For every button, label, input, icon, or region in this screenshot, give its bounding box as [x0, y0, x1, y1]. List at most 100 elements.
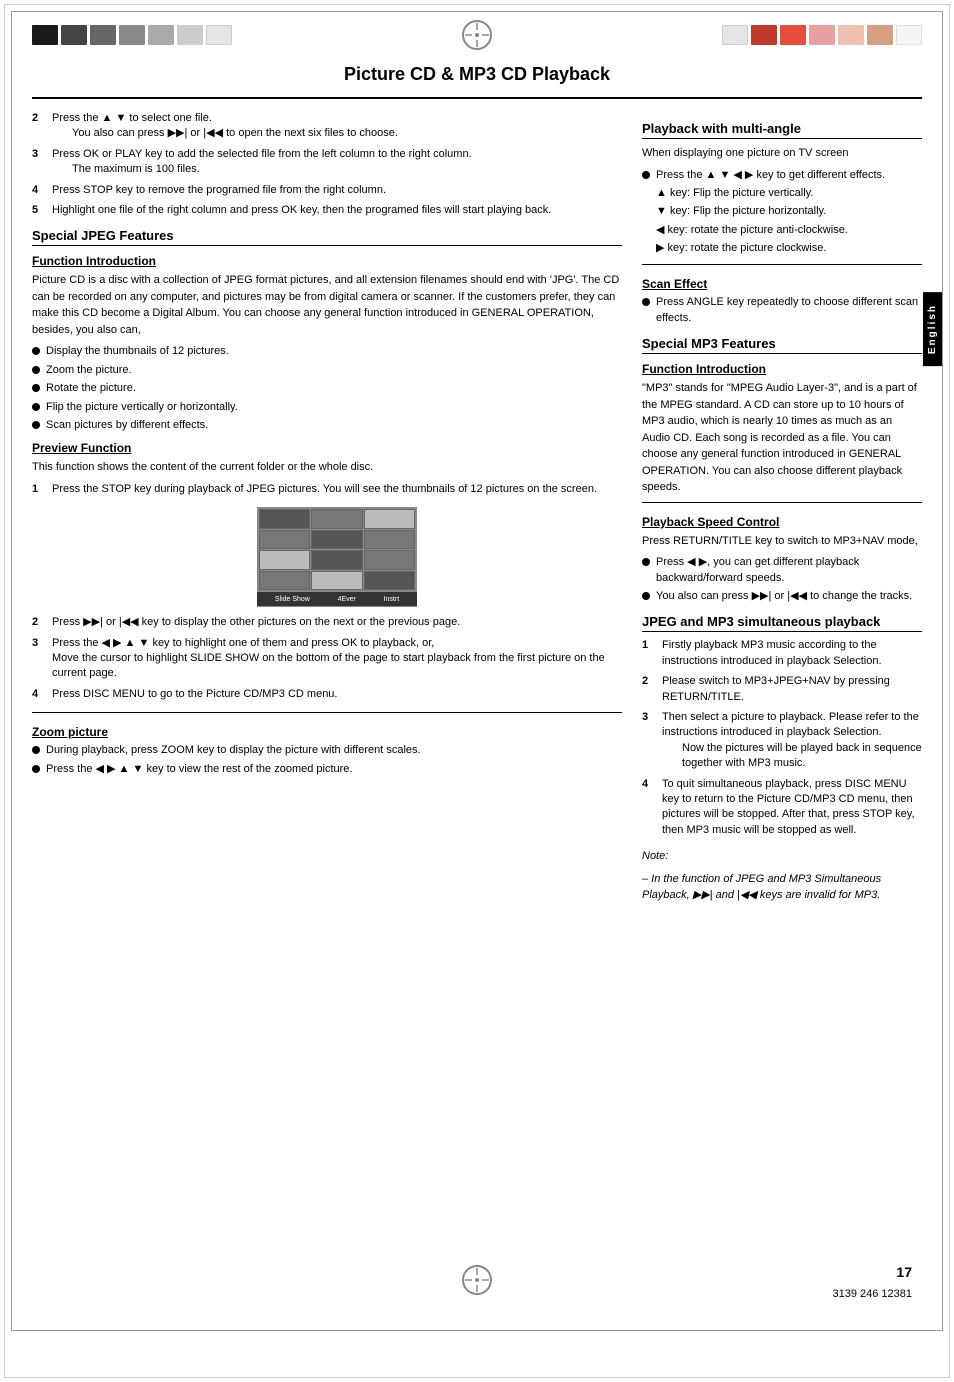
compass-icon	[460, 18, 494, 52]
color-square	[206, 25, 232, 45]
playback-speed-list: Press ◀ ▶, you can get different playbac…	[642, 555, 922, 604]
color-bar-left	[32, 25, 232, 45]
jpeg-features-list: Display the thumbnails of 12 pictures. Z…	[32, 344, 622, 433]
language-tab: English	[923, 292, 942, 366]
list-item: 4 Press STOP key to remove the programed…	[32, 183, 622, 198]
note-label: Note:	[642, 848, 922, 865]
bullet-icon	[642, 298, 650, 306]
zoom-picture-list: During playback, press ZOOM key to displ…	[32, 743, 622, 777]
bottom-compass-icon	[460, 1263, 494, 1300]
bullet-icon	[32, 421, 40, 429]
playback-speed-title: Playback Speed Control	[642, 515, 922, 529]
main-content: 2 Press the ▲ ▼ to select one file. You …	[12, 99, 942, 916]
list-item: Press the ◀ ▶ ▲ ▼ key to view the rest o…	[32, 762, 622, 777]
color-square	[722, 25, 748, 45]
page-number: 17	[896, 1264, 912, 1280]
preview-image-container: Slide Show 4Ever Instrt	[52, 507, 622, 607]
color-square	[838, 25, 864, 45]
list-item: 1 Press the STOP key during playback of …	[32, 482, 622, 497]
bullet-icon	[32, 384, 40, 392]
bullet-icon	[642, 244, 650, 252]
list-item: 2 Please switch to MP3+JPEG+NAV by press…	[642, 674, 922, 705]
bullet-icon	[642, 207, 650, 215]
list-item: Zoom the picture.	[32, 363, 622, 378]
mp3-function-intro-body: "MP3" stands for "MPEG Audio Layer-3", a…	[642, 380, 922, 496]
jpeg-mp3-title: JPEG and MP3 simultaneous playback	[642, 614, 922, 632]
playback-speed-section: Playback Speed Control Press RETURN/TITL…	[642, 502, 922, 605]
list-item: 3 Press OK or PLAY key to add the select…	[32, 147, 622, 178]
list-item: 4 To quit simultaneous playback, press D…	[642, 777, 922, 839]
function-intro-title: Function Introduction	[32, 254, 622, 268]
playback-multi-angle-title: Playback with multi-angle	[642, 121, 922, 139]
list-item: 2 Press ▶▶| or |◀◀ key to display the ot…	[32, 615, 622, 630]
bullet-icon	[642, 189, 650, 197]
color-square	[119, 25, 145, 45]
note-body: – In the function of JPEG and MP3 Simult…	[642, 871, 922, 904]
color-square	[32, 25, 58, 45]
color-square	[751, 25, 777, 45]
list-item: Press ◀ ▶, you can get different playbac…	[642, 555, 922, 586]
list-item: 1 Firstly playback MP3 music according t…	[642, 638, 922, 669]
jpeg-mp3-steps: 1 Firstly playback MP3 music according t…	[642, 638, 922, 838]
zoom-picture-title: Zoom picture	[32, 725, 622, 739]
right-column: Playback with multi-angle When displayin…	[642, 111, 922, 904]
color-square	[90, 25, 116, 45]
list-item: During playback, press ZOOM key to displ…	[32, 743, 622, 758]
left-column: 2 Press the ▲ ▼ to select one file. You …	[32, 111, 622, 904]
bullet-icon	[32, 746, 40, 754]
special-mp3-title: Special MP3 Features	[642, 336, 922, 354]
color-square	[896, 25, 922, 45]
list-item: 3 Then select a picture to playback. Ple…	[642, 710, 922, 772]
playback-multi-angle-intro: When displaying one picture on TV screen	[642, 145, 922, 162]
bullet-icon	[32, 366, 40, 374]
color-square	[148, 25, 174, 45]
preview-steps-2-4: 2 Press ▶▶| or |◀◀ key to display the ot…	[32, 615, 622, 702]
list-item: Press the ▲ ▼ ◀ ▶ key to get different e…	[642, 168, 922, 183]
footer-code: 3139 246 12381	[832, 1288, 912, 1300]
color-square	[61, 25, 87, 45]
note-section: Note: – In the function of JPEG and MP3 …	[642, 848, 922, 904]
scan-effect-list: Press ANGLE key repeatedly to choose dif…	[642, 295, 922, 326]
bullet-icon	[642, 171, 650, 179]
list-item: ▶ key: rotate the picture clockwise.	[642, 241, 922, 256]
preview-thumbnail-image: Slide Show 4Ever Instrt	[257, 507, 417, 607]
color-bar-right	[722, 25, 922, 45]
preview-function-body: This function shows the content of the c…	[32, 459, 622, 476]
color-square	[780, 25, 806, 45]
playback-speed-intro: Press RETURN/TITLE key to switch to MP3+…	[642, 533, 922, 550]
bullet-icon	[642, 226, 650, 234]
bullet-icon	[642, 558, 650, 566]
top-decorative-bar	[12, 12, 942, 56]
list-item: Scan pictures by different effects.	[32, 418, 622, 433]
list-item: Display the thumbnails of 12 pictures.	[32, 344, 622, 359]
preview-steps: 1 Press the STOP key during playback of …	[32, 482, 622, 497]
list-item: ▲ key: Flip the picture vertically.	[642, 186, 922, 201]
list-item: 3 Press the ◀ ▶ ▲ ▼ key to highlight one…	[32, 636, 622, 682]
page-title: Picture CD & MP3 CD Playback	[344, 64, 610, 84]
list-item: Rotate the picture.	[32, 381, 622, 396]
mp3-function-intro-title: Function Introduction	[642, 362, 922, 376]
intro-steps: 2 Press the ▲ ▼ to select one file. You …	[32, 111, 622, 218]
bullet-icon	[32, 765, 40, 773]
list-item: ◀ key: rotate the picture anti-clockwise…	[642, 223, 922, 238]
playback-multi-angle-list: Press the ▲ ▼ ◀ ▶ key to get different e…	[642, 168, 922, 257]
list-item: 5 Highlight one file of the right column…	[32, 203, 622, 218]
special-jpeg-title: Special JPEG Features	[32, 228, 622, 246]
list-item: 2 Press the ▲ ▼ to select one file. You …	[32, 111, 622, 142]
color-square	[177, 25, 203, 45]
page-title-bar: Picture CD & MP3 CD Playback	[32, 56, 922, 99]
list-item: Flip the picture vertically or horizonta…	[32, 400, 622, 415]
color-square	[809, 25, 835, 45]
list-item: ▼ key: Flip the picture horizontally.	[642, 204, 922, 219]
scan-effect-title: Scan Effect	[642, 277, 922, 291]
preview-function-title: Preview Function	[32, 441, 622, 455]
function-intro-body: Picture CD is a disc with a collection o…	[32, 272, 622, 338]
list-item: You also can press ▶▶| or |◀◀ to change …	[642, 589, 922, 604]
bullet-icon	[32, 403, 40, 411]
list-item: Press ANGLE key repeatedly to choose dif…	[642, 295, 922, 326]
zoom-picture-section: Zoom picture During playback, press ZOOM…	[32, 712, 622, 777]
color-square	[867, 25, 893, 45]
scan-effect-section: Scan Effect Press ANGLE key repeatedly t…	[642, 264, 922, 326]
list-item: 4 Press DISC MENU to go to the Picture C…	[32, 687, 622, 702]
bullet-icon	[32, 347, 40, 355]
